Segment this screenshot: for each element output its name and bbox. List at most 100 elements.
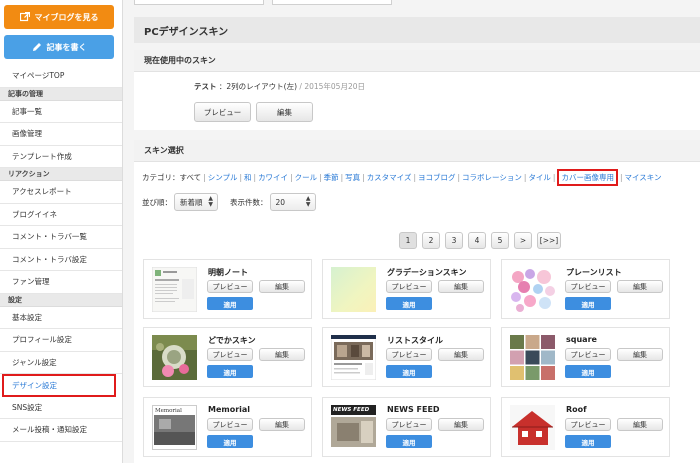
skin-thumbnail-square[interactable] (510, 335, 555, 380)
write-article-label: 記事を書く (46, 42, 87, 52)
sort-select[interactable]: 新着順 ▲ ▼ (174, 193, 218, 211)
skin-edit-button[interactable]: 編集 (617, 280, 663, 293)
category-yoko-blog[interactable]: ヨコブログ (418, 173, 456, 182)
app-window: マイブログを見る 記事を書く マイページTOP 記事の管理 記事一覧 画像管理 … (0, 0, 700, 463)
skin-apply-button[interactable]: 適用 (565, 297, 611, 310)
page-button-3[interactable]: 3 (445, 232, 463, 249)
sidebar-item-design-settings[interactable]: デザイン設定 (2, 374, 116, 397)
skin-apply-button[interactable]: 適用 (207, 297, 253, 310)
skin-apply-button[interactable]: 適用 (386, 297, 432, 310)
next-page-button[interactable]: > (514, 232, 532, 249)
write-article-button[interactable]: 記事を書く (4, 35, 114, 59)
current-skin-name: テスト (194, 82, 217, 91)
skin-thumbnail-dodeka[interactable] (152, 335, 197, 380)
sidebar-item-sns-settings[interactable]: SNS設定 (0, 396, 122, 419)
category-customize[interactable]: カスタマイズ (367, 173, 412, 182)
skin-card-roof: Roof プレビュー 編集 適用 (501, 397, 670, 457)
skin-edit-button[interactable]: 編集 (617, 348, 663, 361)
sidebar-item-comment-list[interactable]: コメント・トラバ一覧 (0, 226, 122, 249)
sidebar-item-mail-settings[interactable]: メール投稿・通知設定 (0, 419, 122, 442)
count-select-value: 20 (275, 197, 286, 207)
sidebar-item-image-management[interactable]: 画像管理 (0, 123, 122, 146)
skin-thumbnail-plain-list[interactable] (510, 267, 555, 312)
top-tabs-strip (134, 0, 700, 6)
sidebar-item-genre-settings[interactable]: ジャンル設定 (0, 351, 122, 374)
sidebar-section-settings: 設定 (0, 293, 122, 307)
memorial-thumb-text: Memorial (155, 408, 182, 414)
category-season[interactable]: 季節 (324, 173, 339, 182)
category-collaboration[interactable]: コラボレーション (462, 173, 522, 182)
sidebar: マイブログを見る 記事を書く マイページTOP 記事の管理 記事一覧 画像管理 … (0, 0, 123, 463)
skin-edit-button[interactable]: 編集 (617, 418, 663, 431)
skin-apply-button[interactable]: 適用 (386, 435, 432, 448)
skin-edit-button[interactable]: 編集 (438, 418, 484, 431)
skin-preview-button[interactable]: プレビュー (386, 280, 432, 293)
skin-thumbnail-mincho-note[interactable] (152, 267, 197, 312)
last-page-button[interactable]: [>>] (537, 232, 561, 249)
sidebar-item-template[interactable]: テンプレート作成 (0, 145, 122, 168)
count-select[interactable]: 20 ▲ ▼ (269, 193, 316, 211)
sidebar-item-comment-settings[interactable]: コメント・トラバ設定 (0, 248, 122, 271)
skin-select-title: スキン選択 (134, 140, 700, 162)
skin-thumbnail-roof[interactable] (510, 405, 555, 450)
skin-edit-button[interactable]: 編集 (259, 418, 305, 431)
skin-apply-button[interactable]: 適用 (565, 365, 611, 378)
page-button-1[interactable]: 1 (399, 232, 417, 249)
current-skin-date: 2015年05月20日 (304, 82, 366, 91)
category-photo[interactable]: 写真 (345, 173, 360, 182)
skin-preview-button[interactable]: プレビュー (565, 418, 611, 431)
sidebar-item-blog-iine[interactable]: ブログイイネ (0, 203, 122, 226)
skin-preview-button[interactable]: プレビュー (386, 418, 432, 431)
top-tab-1[interactable] (134, 0, 264, 5)
skin-apply-button[interactable]: 適用 (386, 365, 432, 378)
view-myblog-button[interactable]: マイブログを見る (4, 5, 114, 29)
sidebar-section-articles: 記事の管理 (0, 87, 122, 101)
sidebar-item-profile-settings[interactable]: プロフィール設定 (0, 329, 122, 352)
skin-apply-button[interactable]: 適用 (207, 365, 253, 378)
skin-apply-button[interactable]: 適用 (207, 435, 253, 448)
current-preview-button[interactable]: プレビュー (194, 102, 251, 122)
sidebar-item-article-list[interactable]: 記事一覧 (0, 100, 122, 123)
skin-preview-button[interactable]: プレビュー (207, 348, 253, 361)
sidebar-item-mypage-top[interactable]: マイページTOP (0, 65, 122, 88)
category-simple[interactable]: シンプル (208, 173, 238, 182)
category-kawaii[interactable]: カワイイ (258, 173, 288, 182)
page-button-4[interactable]: 4 (468, 232, 486, 249)
current-skin-title: 現在使用中のスキン (134, 50, 700, 72)
category-wa[interactable]: 和 (244, 173, 252, 182)
category-tile[interactable]: タイル (528, 173, 551, 182)
skin-edit-button[interactable]: 編集 (259, 348, 305, 361)
skin-thumbnail-memorial[interactable]: Memorial (152, 405, 197, 450)
main-content: PCデザインスキン 現在使用中のスキン テスト ：2列のレイアウト(左) / 2… (134, 0, 700, 463)
current-skin-divider: / (299, 82, 302, 91)
skin-thumbnail-news-feed[interactable]: NEWS FEED (331, 405, 376, 450)
skin-apply-button[interactable]: 適用 (565, 435, 611, 448)
sidebar-item-fan-management[interactable]: ファン管理 (0, 271, 122, 294)
skin-edit-button[interactable]: 編集 (438, 348, 484, 361)
skin-preview-button[interactable]: プレビュー (207, 280, 253, 293)
sidebar-item-basic-settings[interactable]: 基本設定 (0, 306, 122, 329)
skin-thumbnail-gradation[interactable] (331, 267, 376, 312)
skin-preview-button[interactable]: プレビュー (207, 418, 253, 431)
skin-preview-button[interactable]: プレビュー (565, 348, 611, 361)
skin-preview-button[interactable]: プレビュー (386, 348, 432, 361)
current-edit-button[interactable]: 編集 (256, 102, 313, 122)
top-tab-2[interactable] (272, 0, 392, 5)
category-my-skin[interactable]: マイスキン (624, 173, 661, 182)
category-all[interactable]: すべて (180, 173, 202, 182)
skin-name: Roof (566, 405, 587, 414)
category-cover-image[interactable]: カバー画像専用 (557, 169, 618, 186)
skin-name: NEWS FEED (387, 405, 440, 414)
skin-card-list-style: リストスタイル プレビュー 編集 適用 (322, 327, 491, 387)
category-cool[interactable]: クール (295, 173, 318, 182)
skin-thumbnail-list-style[interactable] (331, 335, 376, 380)
page-button-5[interactable]: 5 (491, 232, 509, 249)
skin-edit-button[interactable]: 編集 (438, 280, 484, 293)
skin-name: square (566, 335, 597, 344)
pagination: 1 2 3 4 5 > [>>] (399, 232, 561, 249)
page-button-2[interactable]: 2 (422, 232, 440, 249)
skin-preview-button[interactable]: プレビュー (565, 280, 611, 293)
pencil-icon (32, 43, 41, 51)
skin-edit-button[interactable]: 編集 (259, 280, 305, 293)
sidebar-item-access-report[interactable]: アクセスレポート (0, 181, 122, 204)
